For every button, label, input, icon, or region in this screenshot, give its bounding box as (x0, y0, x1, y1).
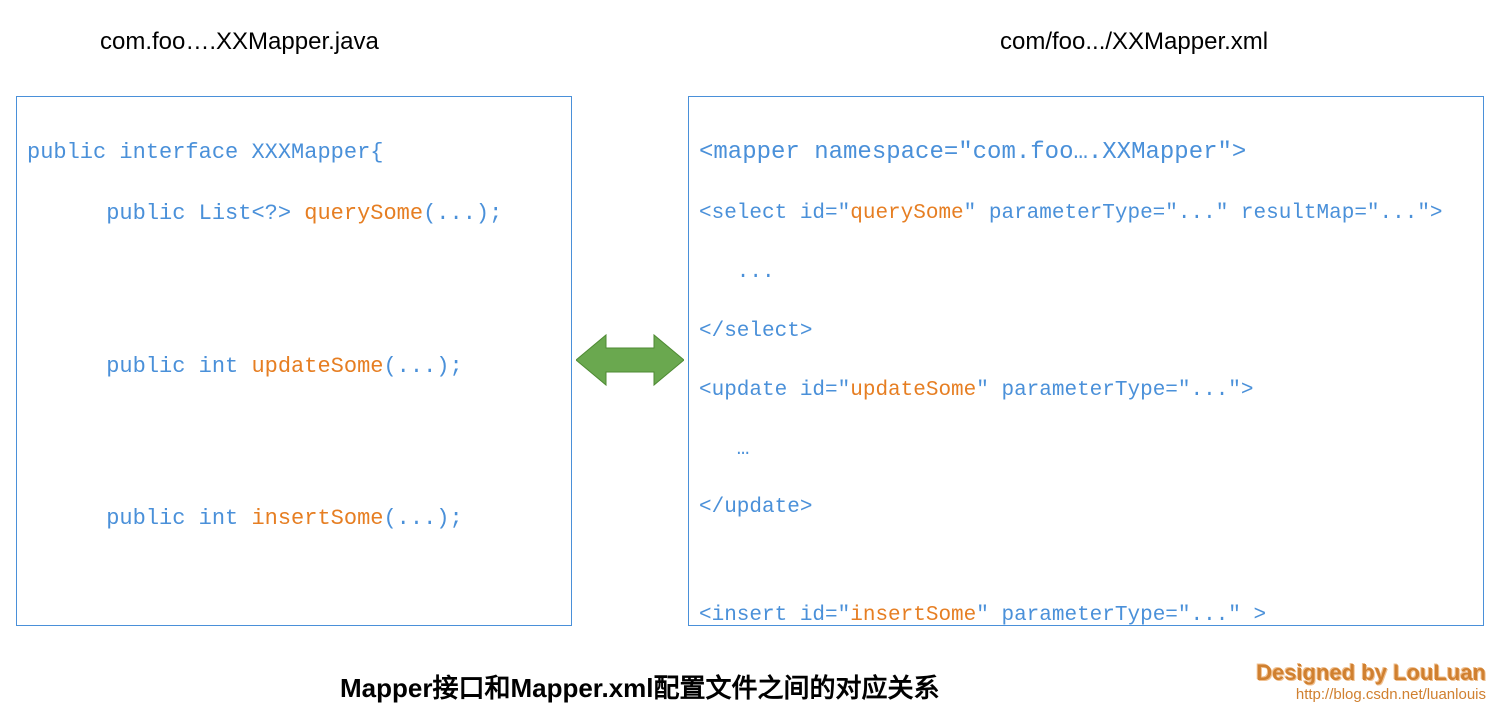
diagram-caption: Mapper接口和Mapper.xml配置文件之间的对应关系 (340, 668, 940, 705)
java-file-title: com.foo….XXMapper.java (100, 28, 379, 56)
xml-insert-open: <insert id="insertSome" parameterType=".… (699, 601, 1473, 626)
xml-select-close: </select> (699, 317, 1473, 346)
xml-file-title: com/foo.../XXMapper.xml (1000, 28, 1268, 56)
double-arrow-icon (576, 330, 684, 390)
xml-update-open: <update id="updateSome" parameterType=".… (699, 376, 1473, 405)
credit-author: Designed by LouLuan (1256, 660, 1486, 686)
java-line-query: public List<?> querySome(...); (27, 199, 561, 230)
xml-mapper-open: <mapper namespace="com.foo….XXMapper"> (699, 136, 1473, 170)
java-line-1: public interface XXXMapper{ (27, 138, 561, 169)
xml-update-close: </update> (699, 493, 1473, 522)
xml-select-body: ... (699, 258, 1473, 287)
credit-block: Designed by LouLuan http://blog.csdn.net… (1256, 660, 1486, 703)
credit-url: http://blog.csdn.net/luanlouis (1256, 686, 1486, 703)
xml-select-open: <select id="querySome" parameterType="..… (699, 199, 1473, 228)
xml-code-box: <mapper namespace="com.foo….XXMapper"> <… (688, 96, 1484, 626)
java-line-insert: public int insertSome(...); (27, 504, 561, 535)
java-code-box: public interface XXXMapper{ public List<… (16, 96, 572, 626)
java-line-update: public int updateSome(...); (27, 352, 561, 383)
xml-update-body: … (699, 435, 1473, 464)
